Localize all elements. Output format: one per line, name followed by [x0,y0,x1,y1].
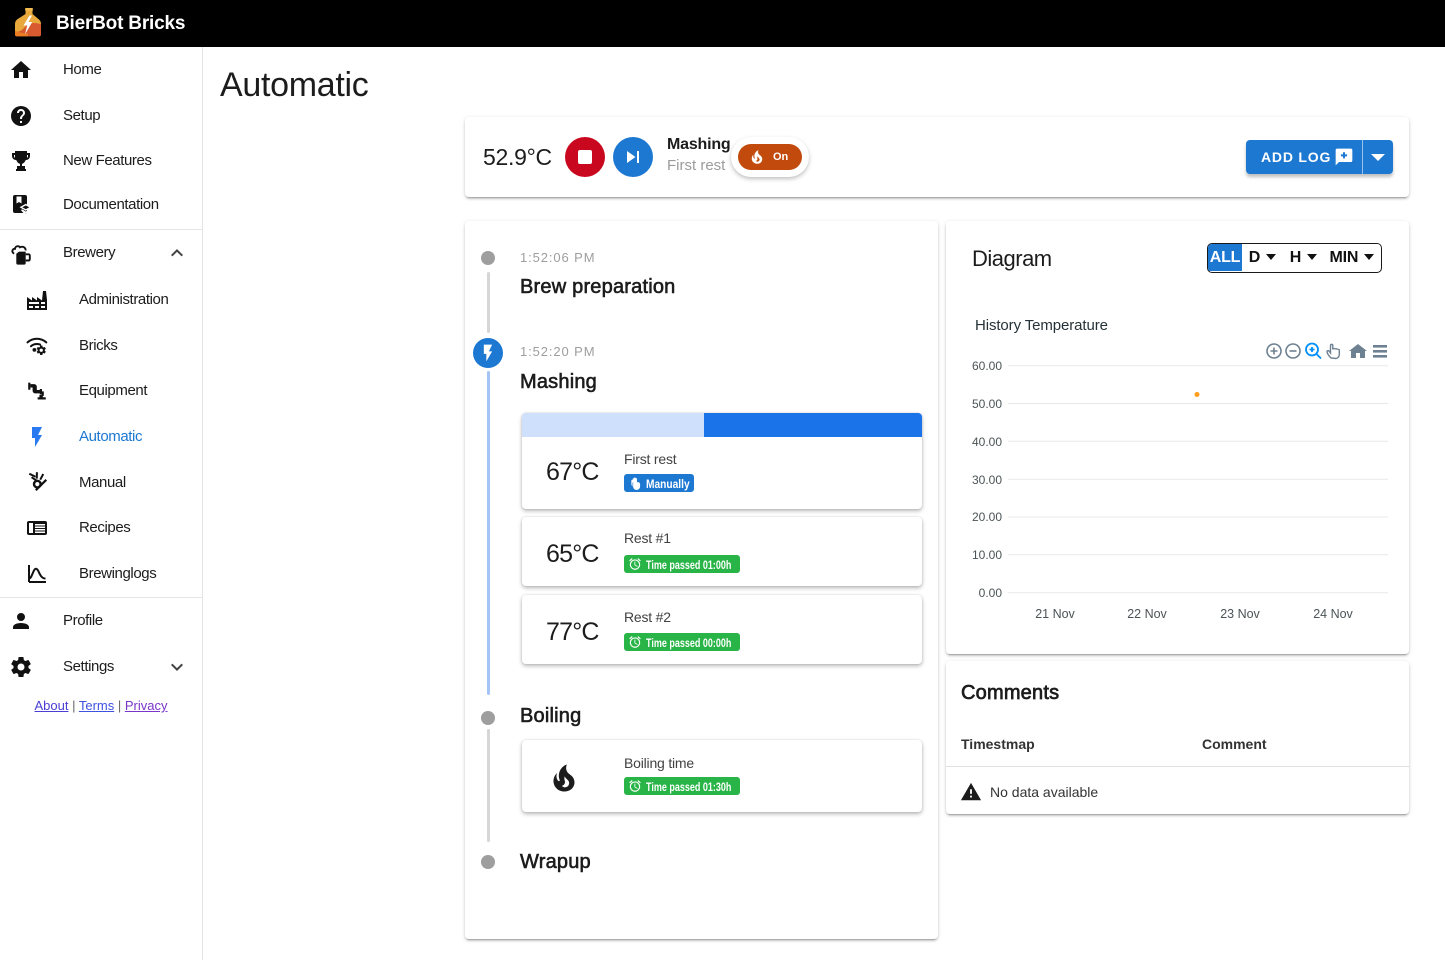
svg-text:50.00: 50.00 [972,397,1002,411]
svg-text:24 Nov: 24 Nov [1313,607,1353,621]
svg-text:40.00: 40.00 [972,435,1002,449]
svg-text:0.00: 0.00 [979,586,1003,600]
svg-text:30.00: 30.00 [972,473,1002,487]
svg-text:10.00: 10.00 [972,548,1002,562]
svg-text:20.00: 20.00 [972,510,1002,524]
svg-text:22 Nov: 22 Nov [1127,607,1167,621]
svg-text:23 Nov: 23 Nov [1220,607,1260,621]
svg-text:21 Nov: 21 Nov [1035,607,1075,621]
svg-text:60.00: 60.00 [972,359,1002,373]
